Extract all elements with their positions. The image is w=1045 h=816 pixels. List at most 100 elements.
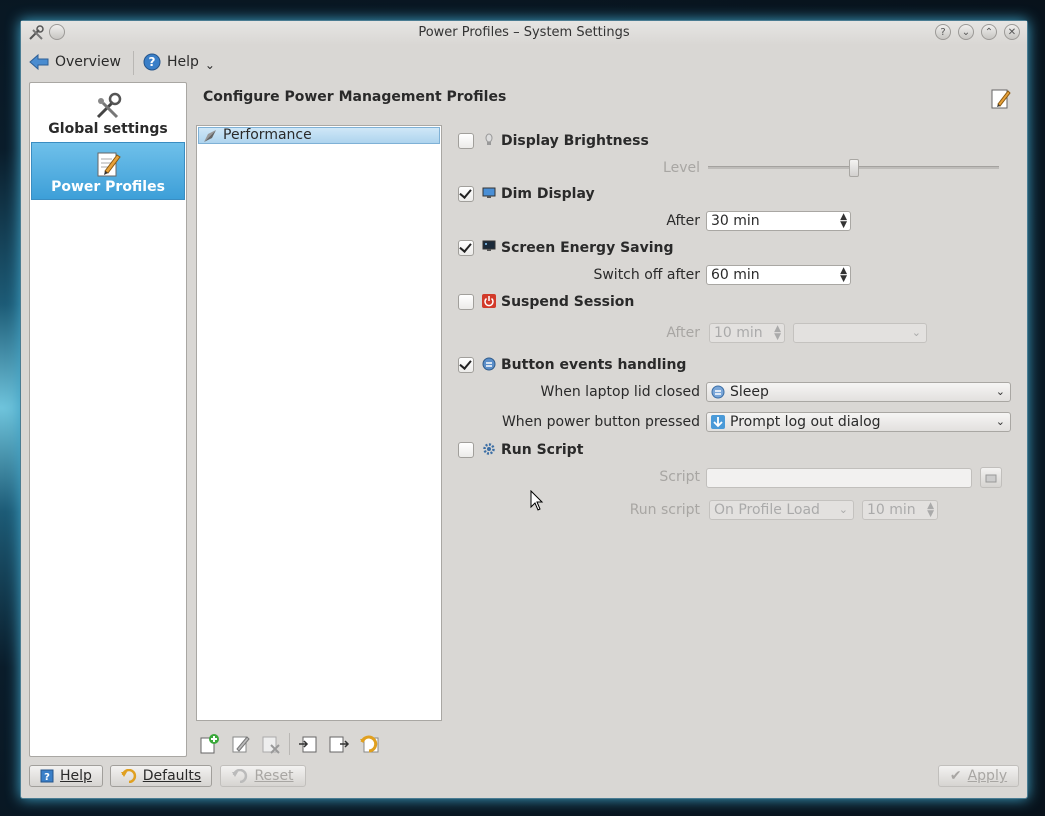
chevron-down-icon: ⌄ [911, 326, 921, 339]
button-events-icon [482, 357, 496, 371]
apply-button-label: Apply [967, 768, 1008, 784]
restore-profiles-icon[interactable] [359, 733, 381, 755]
screen-energy-checkbox[interactable] [458, 240, 474, 256]
switch-off-spinbox[interactable]: 60 min ▲ ▼ [706, 265, 851, 285]
power-button-combo[interactable]: Prompt log out dialog ⌄ [706, 412, 1011, 432]
lid-closed-value: Sleep [730, 384, 769, 400]
dim-after-spinbox[interactable]: 30 min ▲ ▼ [706, 211, 851, 231]
mouse-cursor-icon [530, 490, 544, 511]
toolbar-separator [133, 51, 134, 75]
system-settings-window: Power Profiles – System Settings ? ⌄ ⌃ ✕… [20, 20, 1028, 799]
edit-icon[interactable] [989, 87, 1013, 111]
power-icon [482, 294, 496, 308]
spin-arrows-icon[interactable]: ▲ ▼ [774, 325, 781, 342]
help-button-label: Help [60, 768, 92, 784]
performance-icon [204, 130, 216, 142]
sidebar-item-power-profiles[interactable]: Power Profiles [31, 142, 185, 200]
power-button-value: Prompt log out dialog [730, 414, 881, 430]
script-label: Script [659, 469, 700, 485]
sleep-icon [711, 385, 725, 399]
monitor-icon [482, 187, 496, 198]
suspend-after-label: After [666, 325, 700, 341]
help-button[interactable]: ? Help [29, 765, 103, 787]
suspend-session-checkbox[interactable] [458, 294, 474, 310]
suspend-action-combo[interactable]: ⌄ [793, 323, 927, 343]
help-window-button[interactable]: ? [935, 24, 951, 40]
toolbar: Overview ? Help ⌄ [21, 45, 1027, 79]
brightness-slider-handle[interactable] [848, 159, 859, 177]
reset-icon [232, 769, 248, 783]
import-profile-icon[interactable] [298, 733, 320, 755]
overview-label: Overview [55, 54, 121, 70]
toolbar-separator [289, 733, 290, 755]
edit-profile-icon[interactable] [230, 733, 252, 755]
screen-energy-label: Screen Energy Saving [501, 240, 674, 256]
profile-list[interactable]: Performance [196, 125, 442, 721]
pencil-note-icon [97, 152, 121, 177]
new-profile-icon[interactable] [198, 733, 220, 755]
title-bar[interactable]: Power Profiles – System Settings ? ⌄ ⌃ ✕ [21, 21, 1027, 45]
minimize-button[interactable]: ⌄ [958, 24, 974, 40]
check-icon: ✔ [949, 768, 962, 784]
export-profile-icon[interactable] [328, 733, 350, 755]
run-script-time-spinbox[interactable]: 10 min ▲ ▼ [862, 500, 938, 520]
svg-text:?: ? [44, 772, 50, 783]
run-script-checkbox[interactable] [458, 442, 474, 458]
page-title: Configure Power Management Profiles [203, 89, 507, 105]
spin-arrows-icon[interactable]: ▲ ▼ [927, 502, 934, 519]
chevron-down-icon: ⌄ [995, 415, 1005, 428]
switch-off-value: 60 min [711, 267, 760, 283]
button-events-checkbox[interactable] [458, 357, 474, 373]
sidebar-item-global-settings[interactable]: Global settings [31, 85, 185, 141]
logout-arrow-icon [711, 415, 725, 429]
suspend-after-spinbox[interactable]: 10 min ▲ ▼ [709, 323, 785, 343]
spin-arrows-icon[interactable]: ▲ ▼ [840, 267, 847, 284]
help-menu-button[interactable]: ? Help ⌄ [143, 51, 215, 73]
chevron-down-icon: ⌄ [204, 58, 215, 72]
suspend-session-label: Suspend Session [501, 294, 635, 310]
spin-arrows-icon[interactable]: ▲ ▼ [840, 213, 847, 230]
overview-button[interactable]: Overview [29, 51, 121, 73]
run-script-label: Run Script [501, 442, 584, 458]
profile-label: Performance [223, 127, 312, 143]
screen-energy-icon [482, 240, 496, 251]
lid-closed-combo[interactable]: Sleep ⌄ [706, 382, 1011, 402]
help-icon: ? [143, 53, 161, 71]
button-events-label: Button events handling [501, 357, 687, 373]
reset-button[interactable]: Reset [220, 765, 306, 787]
lid-closed-label: When laptop lid closed [540, 384, 700, 400]
defaults-button[interactable]: Defaults [110, 765, 212, 787]
dim-after-value: 30 min [711, 213, 760, 229]
dim-after-label: After [666, 213, 700, 229]
power-button-label: When power button pressed [501, 414, 700, 430]
display-brightness-label: Display Brightness [501, 133, 649, 149]
run-script-time-value: 10 min [867, 502, 916, 518]
help-book-icon: ? [40, 769, 54, 783]
close-button[interactable]: ✕ [1004, 24, 1020, 40]
help-label: Help [167, 54, 199, 70]
run-script-when-combo[interactable]: On Profile Load ⌄ [709, 500, 854, 520]
delete-profile-icon[interactable] [260, 733, 282, 755]
svg-text:?: ? [149, 55, 156, 69]
script-path-input[interactable] [706, 468, 972, 488]
back-arrow-icon [29, 53, 49, 71]
list-item[interactable]: Performance [198, 127, 440, 144]
chevron-down-icon: ⌄ [995, 385, 1005, 398]
apply-button[interactable]: ✔ Apply [938, 765, 1019, 787]
browse-script-button[interactable] [980, 467, 1002, 488]
defaults-button-label: Defaults [142, 768, 202, 784]
gear-icon [483, 443, 495, 455]
lightbulb-icon [485, 133, 493, 145]
category-sidebar: Global settings Power Profiles [29, 82, 187, 757]
tools-icon [96, 92, 122, 119]
dim-display-label: Dim Display [501, 186, 595, 202]
dim-display-checkbox[interactable] [458, 186, 474, 202]
folder-icon [985, 474, 997, 482]
display-brightness-checkbox[interactable] [458, 133, 474, 149]
chevron-down-icon: ⌄ [838, 503, 848, 516]
reset-button-label: Reset [254, 768, 294, 784]
sidebar-item-label: Power Profiles [51, 179, 165, 195]
suspend-after-value: 10 min [714, 325, 763, 341]
switch-off-label: Switch off after [593, 267, 700, 283]
maximize-button[interactable]: ⌃ [981, 24, 997, 40]
